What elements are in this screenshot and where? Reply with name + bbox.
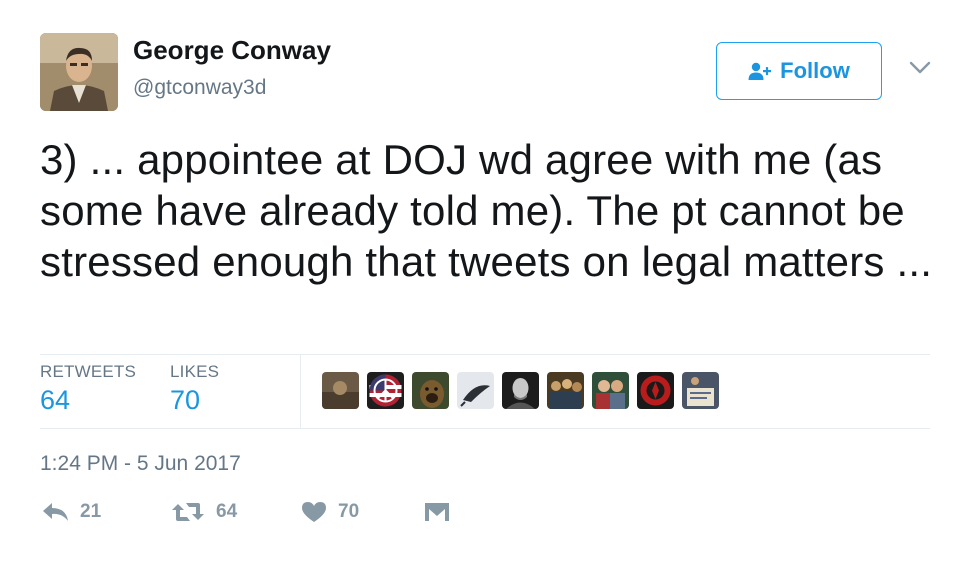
liker-avatar-2[interactable] [367, 372, 404, 409]
retweets-stat[interactable]: RETWEETS 64 [40, 362, 136, 416]
direct-message-button[interactable] [423, 500, 451, 524]
portrait-icon [40, 33, 118, 111]
liker-avatar-1[interactable] [322, 372, 359, 409]
tweet-timestamp[interactable]: 1:24 PM - 5 Jun 2017 [40, 452, 241, 476]
like-count: 70 [338, 501, 360, 522]
liker-avatar-4[interactable] [457, 372, 494, 409]
add-user-icon [748, 61, 772, 81]
retweets-label: RETWEETS [40, 362, 137, 381]
like-button[interactable]: 70 [300, 500, 359, 524]
tweet-text: 3) ... appointee at DOJ wd agree with me… [40, 136, 933, 285]
liker-avatars [322, 372, 719, 409]
liker-avatar-7[interactable] [592, 372, 629, 409]
retweet-button[interactable]: 64 [170, 500, 237, 524]
tweet-card: George Conway @gtconway3d Follow 3) ... … [0, 0, 980, 568]
liker-avatar-9[interactable] [682, 372, 719, 409]
likes-label: LIKES [170, 362, 220, 381]
retweet-icon [172, 503, 204, 521]
likes-stat[interactable]: LIKES 70 [170, 362, 219, 416]
reply-icon [43, 503, 68, 521]
stats-separator [300, 354, 301, 428]
likes-count: 70 [170, 385, 201, 415]
heart-icon [302, 502, 326, 522]
envelope-icon [425, 503, 449, 521]
tweet-stats: RETWEETS 64 LIKES 70 [40, 354, 930, 428]
follow-button[interactable]: Follow [716, 42, 882, 100]
reply-count: 21 [80, 501, 102, 522]
liker-avatar-5[interactable] [502, 372, 539, 409]
follow-button-label: Follow [780, 58, 850, 83]
author-name[interactable]: George Conway [133, 35, 331, 66]
liker-avatar-8[interactable] [637, 372, 674, 409]
liker-avatar-3[interactable] [412, 372, 449, 409]
retweet-count: 64 [216, 501, 238, 522]
reply-button[interactable]: 21 [40, 500, 101, 524]
divider-bottom [40, 428, 930, 429]
author-handle[interactable]: @gtconway3d [133, 76, 266, 100]
liker-avatar-6[interactable] [547, 372, 584, 409]
retweets-count: 64 [40, 385, 71, 415]
chevron-down-icon[interactable] [908, 60, 932, 76]
author-avatar[interactable] [40, 33, 118, 111]
